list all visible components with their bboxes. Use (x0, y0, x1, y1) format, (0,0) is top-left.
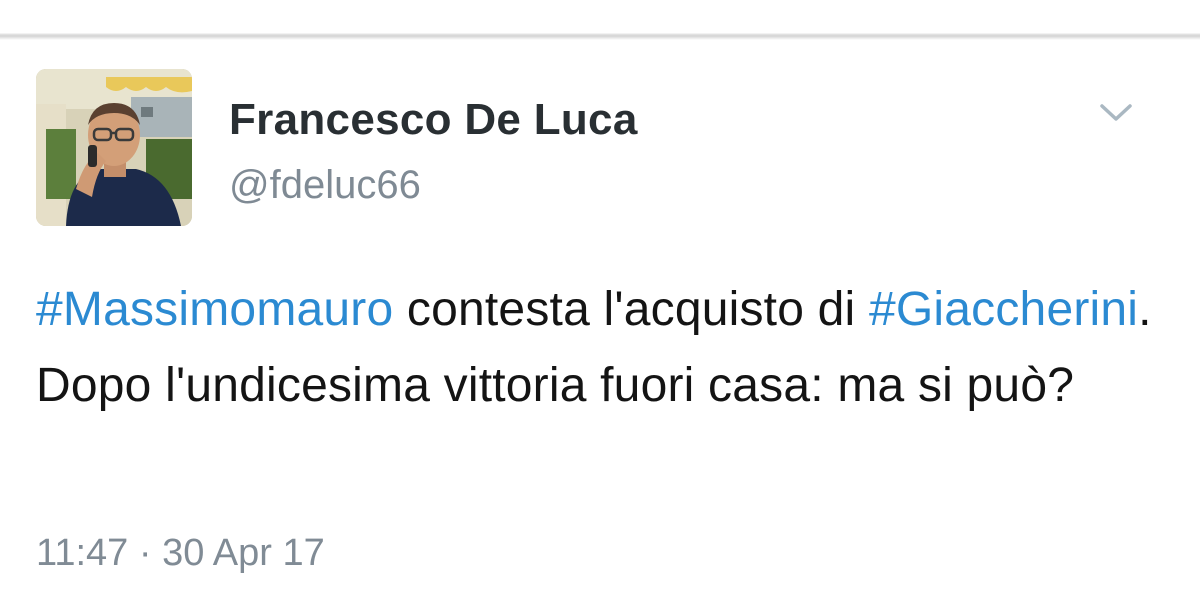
tweet-text-segment: contesta l'acquisto di (393, 283, 869, 336)
author-name[interactable]: Francesco De Luca (229, 94, 638, 146)
avatar-photo (36, 69, 192, 226)
author-handle[interactable]: @fdeluc66 (229, 161, 421, 209)
tweet-text: #Massimomauro contesta l'acquisto di #Gi… (36, 272, 1176, 424)
tweet-time: 11:47 (36, 532, 129, 574)
avatar[interactable] (36, 69, 192, 226)
chevron-down-icon[interactable] (1096, 98, 1136, 128)
tweet-date: 30 Apr 17 (162, 532, 325, 574)
timestamp-separator: · (128, 532, 163, 574)
hashtag-link[interactable]: #Massimomauro (36, 283, 393, 336)
top-divider (0, 0, 1200, 40)
tweet-timestamp[interactable]: 11:47 · 30 Apr 17 (36, 530, 325, 576)
hashtag-link[interactable]: #Giaccherini (869, 283, 1138, 336)
tweet-card[interactable]: Francesco De Luca @fdeluc66 #Massimomaur… (0, 40, 1200, 613)
